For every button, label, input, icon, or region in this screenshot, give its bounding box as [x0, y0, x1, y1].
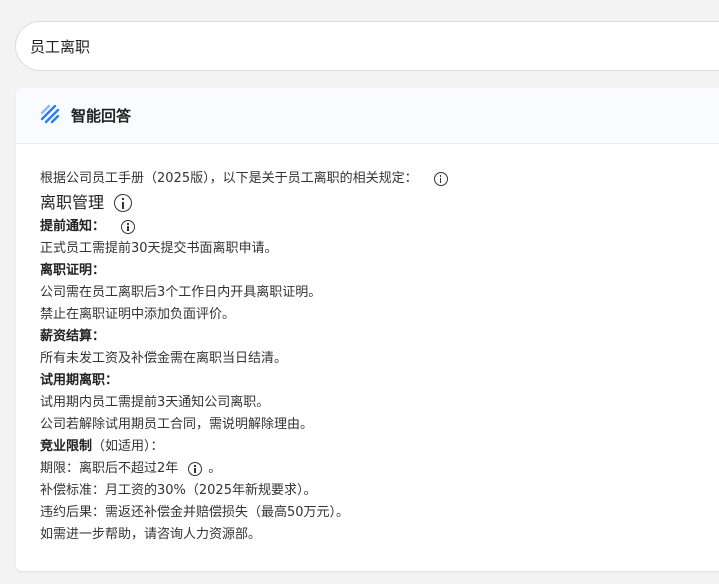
line-text: 正式员工需提前30天提交书面离职申请。 — [40, 241, 278, 256]
answer-body: 根据公司员工手册（2025版），以下是关于员工离职的相关规定： 离职管理 提前通… — [16, 144, 719, 546]
section-title: 提前通知： — [40, 216, 719, 238]
section-title-text: 竞业限制 — [40, 439, 93, 454]
line-text: 所有未发工资及补偿金需在离职当日结清。 — [40, 351, 288, 366]
section-title-text: 薪资结算： — [40, 329, 106, 344]
section-heading: 离职管理 — [40, 190, 719, 216]
section-title: 薪资结算： — [40, 326, 719, 348]
section-title: 竞业限制 （如适用）： — [40, 436, 719, 458]
line-text: 公司若解除试用期员工合同，需说明解除理由。 — [40, 417, 314, 432]
section-title-suffix: （如适用）： — [92, 439, 164, 454]
list-item: 试用期内员工需提前3天通知公司离职。 — [40, 392, 719, 414]
search-value: 员工离职 — [30, 37, 91, 56]
info-icon[interactable] — [114, 194, 133, 212]
line-text: 补偿标准：月工资的30%（2025年新规要求）。 — [40, 483, 317, 498]
section-title-text: 试用期离职： — [40, 373, 119, 388]
info-icon[interactable] — [188, 462, 203, 476]
info-icon[interactable] — [121, 220, 136, 234]
list-item: 正式员工需提前30天提交书面离职申请。 — [40, 238, 719, 260]
intro-line: 根据公司员工手册（2025版），以下是关于员工离职的相关规定： — [40, 168, 719, 190]
list-item: 公司需在员工离职后3个工作日内开具离职证明。 — [40, 282, 719, 304]
line-text: 公司需在员工离职后3个工作日内开具离职证明。 — [40, 285, 322, 300]
search-input[interactable]: 员工离职 — [15, 21, 719, 71]
line-suffix: 。 — [208, 461, 222, 476]
heading-text: 离职管理 — [40, 193, 105, 212]
list-item: 补偿标准：月工资的30%（2025年新规要求）。 — [40, 480, 719, 502]
list-item: 违约后果：需返还补偿金并赔偿损失（最高50万元）。 — [40, 502, 719, 524]
list-item: 所有未发工资及补偿金需在离职当日结清。 — [40, 348, 719, 370]
line-text: 期限：离职后不超过2年 — [40, 461, 179, 476]
footer-text: 如需进一步帮助，请咨询人力资源部。 — [40, 527, 262, 542]
section-title: 试用期离职： — [40, 370, 719, 392]
line-text: 违约后果：需返还补偿金并赔偿损失（最高50万元）。 — [40, 505, 350, 520]
ai-logo-icon — [39, 103, 61, 129]
line-text: 禁止在离职证明中添加负面评价。 — [40, 307, 236, 322]
smart-answer-card: 智能回答 根据公司员工手册（2025版），以下是关于员工离职的相关规定： 离职管… — [16, 88, 719, 571]
list-item: 禁止在离职证明中添加负面评价。 — [40, 304, 719, 326]
line-text: 试用期内员工需提前3天通知公司离职。 — [40, 395, 270, 410]
list-item: 公司若解除试用期员工合同，需说明解除理由。 — [40, 414, 719, 436]
card-title: 智能回答 — [71, 107, 132, 125]
card-header: 智能回答 — [16, 88, 719, 144]
list-item: 期限：离职后不超过2年 。 — [40, 458, 719, 480]
section-title-text: 提前通知： — [40, 219, 106, 234]
section-title: 离职证明： — [40, 260, 719, 282]
info-icon[interactable] — [433, 172, 448, 186]
section-title-text: 离职证明： — [40, 263, 106, 278]
intro-text: 根据公司员工手册（2025版），以下是关于员工离职的相关规定： — [40, 171, 418, 186]
footer-line: 如需进一步帮助，请咨询人力资源部。 — [40, 524, 719, 546]
